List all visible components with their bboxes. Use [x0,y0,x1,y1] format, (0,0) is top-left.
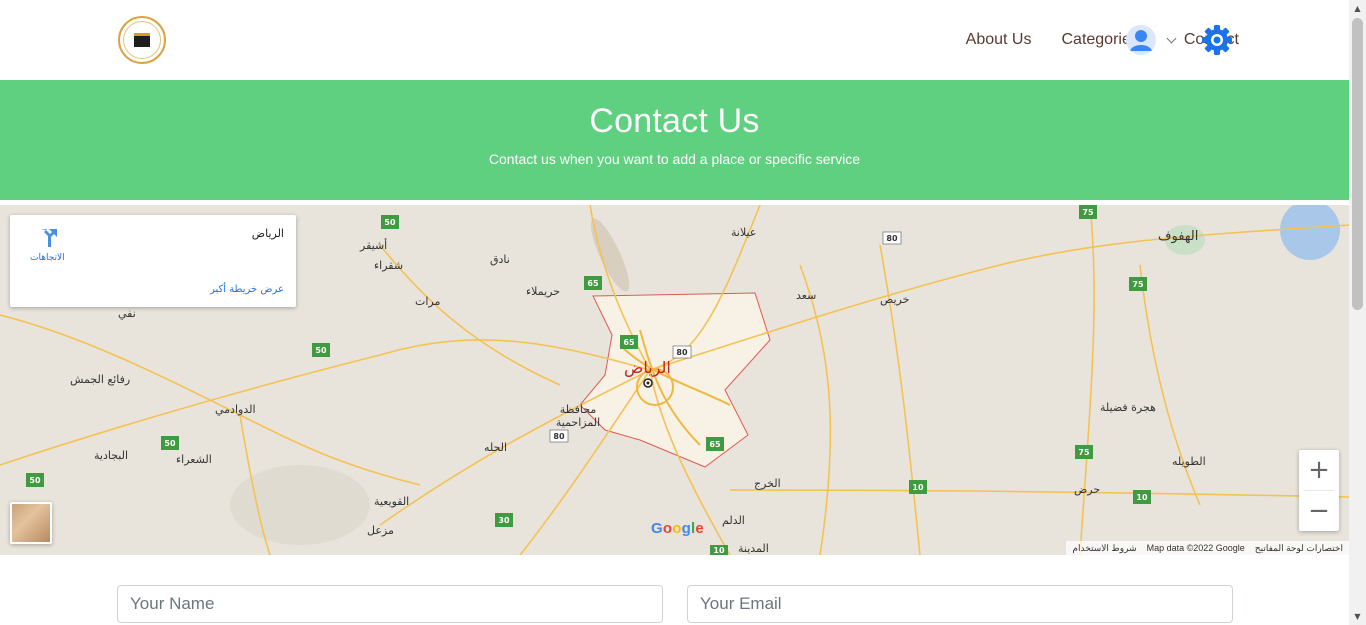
svg-text:75: 75 [1078,448,1090,457]
page-title: Contact Us [589,102,760,140]
satellite-toggle-thumbnail[interactable] [10,502,52,544]
city-label-shaqra: شقراء [374,259,404,272]
city-label-riyadh: الرياض [624,358,671,377]
page: About Us Categories Contact Us Contact u… [0,0,1349,625]
city-label-alshaara: الشعراء [176,453,212,466]
keyboard-shortcuts-link[interactable]: اختصارات لوحة المفاتيح [1255,543,1343,554]
svg-text:80: 80 [676,348,688,357]
user-avatar-icon [1126,25,1156,55]
settings-gear-icon[interactable] [1201,24,1233,56]
city-label-almuzahimiyah: محافظة المزاحمية [555,403,601,429]
svg-text:65: 65 [623,338,635,347]
svg-text:10: 10 [713,546,725,555]
google-logo: Google [651,520,704,537]
city-label-hajrat-fadila: هجرة فضيلة [1100,401,1156,414]
svg-text:80: 80 [553,432,565,441]
svg-text:65: 65 [709,440,721,449]
city-label-almadina: المدينة [738,542,769,555]
map-zoom-controls: + − [1299,450,1339,531]
nav-about-us[interactable]: About Us [966,31,1032,49]
logo-ring [123,21,161,59]
city-label-harees: خريص [880,293,910,306]
svg-text:50: 50 [315,346,327,355]
svg-text:30: 30 [498,516,510,525]
map-attribution-bar: شروط الاستخدام Map data ©2022 Google اخت… [1066,541,1349,555]
map-data-text: Map data ©2022 Google [1146,543,1245,553]
svg-text:75: 75 [1082,208,1094,217]
terms-link[interactable]: شروط الاستخدام [1072,543,1136,554]
page-subtitle: Contact us when you want to add a place … [488,151,861,167]
city-label-rafaie: رفائع الجمش [70,373,131,386]
city-label-aldelam: الدلم [722,514,745,527]
city-label-ailana: عيلانة [731,226,757,239]
google-map[interactable]: 50 65 65 80 65 80 50 50 50 30 75 75 75 8… [0,205,1349,555]
city-label-harad: حرض [1074,483,1101,496]
svg-text:65: 65 [587,279,599,288]
nav-links: About Us Categories Contact [966,0,1239,80]
svg-text:50: 50 [384,218,396,227]
city-label-alkharj: الخرج [754,477,781,490]
navbar: About Us Categories Contact [0,0,1349,80]
zoom-out-button[interactable]: − [1299,491,1339,531]
city-label-muzal: مزعل [367,524,394,537]
svg-text:50: 50 [164,439,176,448]
city-label-marat: مرات [415,295,441,308]
city-label-alquwaiyah: القويعية [374,495,410,508]
city-label-ushaiqer: أشيقر [360,239,388,252]
view-larger-map-link[interactable]: عرض خريطة أكبر [210,284,284,295]
user-menu[interactable] [1126,25,1177,55]
svg-text:75: 75 [1132,280,1144,289]
page-scrollbar[interactable]: ▲ ▼ [1349,0,1366,625]
contact-hero-banner: Contact Us Contact us when you want to a… [0,80,1349,200]
scroll-thumb[interactable] [1352,18,1363,310]
svg-text:10: 10 [1136,493,1148,502]
map-place-card: الرياض الاتجاهات عرض خريطة أكبر [10,215,296,307]
chevron-down-icon [1166,33,1177,43]
email-input[interactable] [687,585,1233,623]
scroll-down-arrow-icon[interactable]: ▼ [1349,608,1366,625]
city-label-hofuf: الهفوف [1158,229,1199,244]
city-label-nafi: نفي [118,307,136,320]
city-label-aldawadmi: الدوادمي [215,403,256,416]
city-label-altawila: الطويله [1172,455,1206,468]
contact-form-row [117,585,1233,623]
site-logo[interactable] [118,16,166,64]
name-input[interactable] [117,585,663,623]
zoom-in-button[interactable]: + [1299,450,1339,490]
scroll-up-arrow-icon[interactable]: ▲ [1349,0,1366,17]
svg-text:80: 80 [886,234,898,243]
svg-text:50: 50 [29,476,41,485]
kaaba-icon [134,33,150,47]
city-label-nadiq: نادق [490,253,510,266]
city-label-alhilah: الحله [484,441,508,454]
directions-label[interactable]: الاتجاهات [30,253,65,263]
city-label-albijadiya: البجادية [94,449,129,462]
svg-text:10: 10 [912,483,924,492]
city-label-huraymila: حريملاء [526,285,561,298]
place-name: الرياض [251,227,284,240]
city-label-sad: سعد [796,289,817,302]
directions-icon[interactable] [37,227,59,249]
